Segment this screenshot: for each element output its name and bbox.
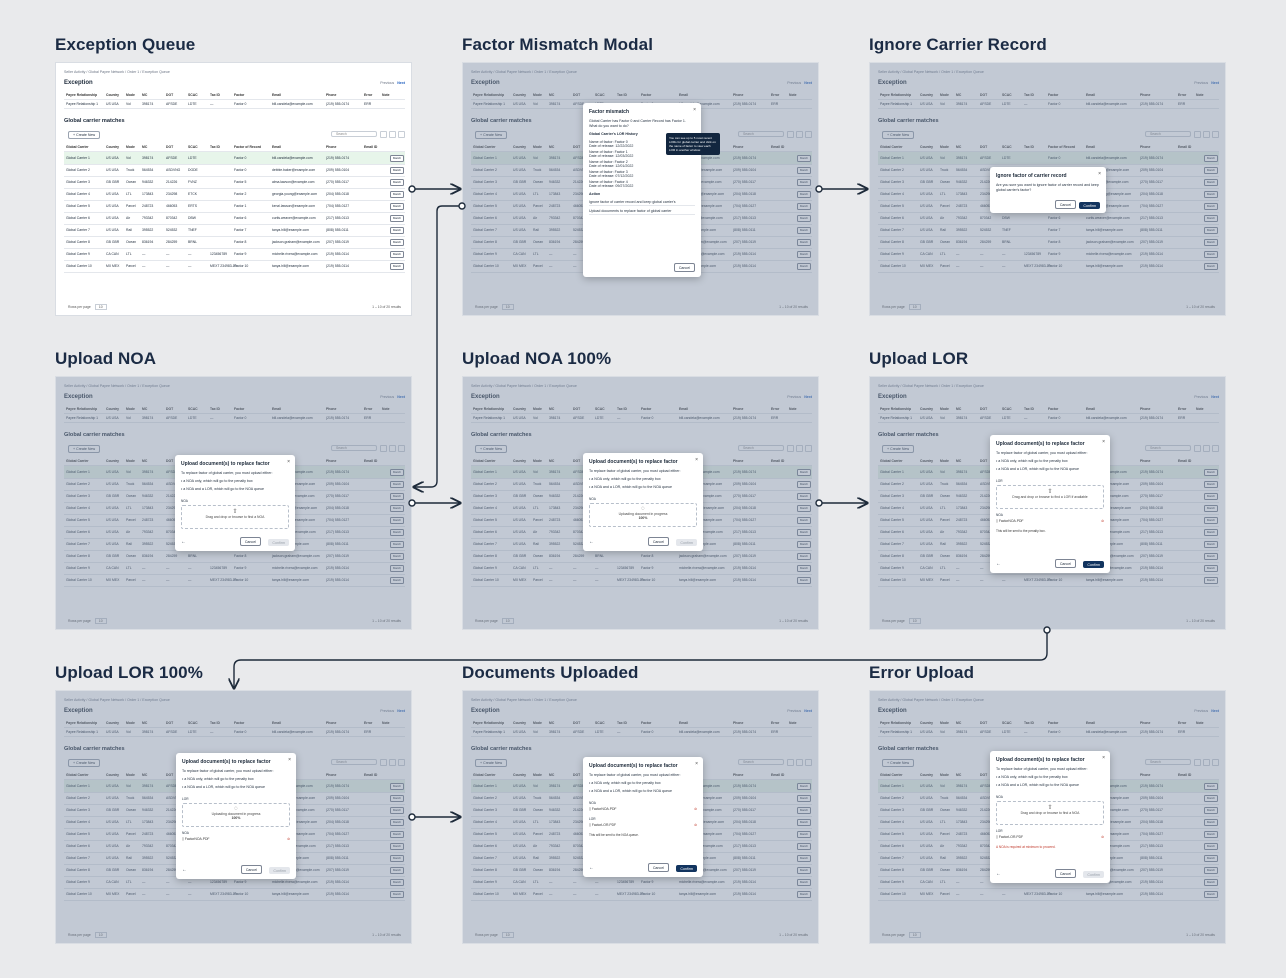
arrow-mismatch-to-upload-noa bbox=[414, 205, 462, 487]
arrow-lor-to-lor100 bbox=[234, 630, 1048, 688]
arrow-start-dot bbox=[408, 185, 416, 193]
flow-connectors bbox=[0, 0, 1051, 978]
